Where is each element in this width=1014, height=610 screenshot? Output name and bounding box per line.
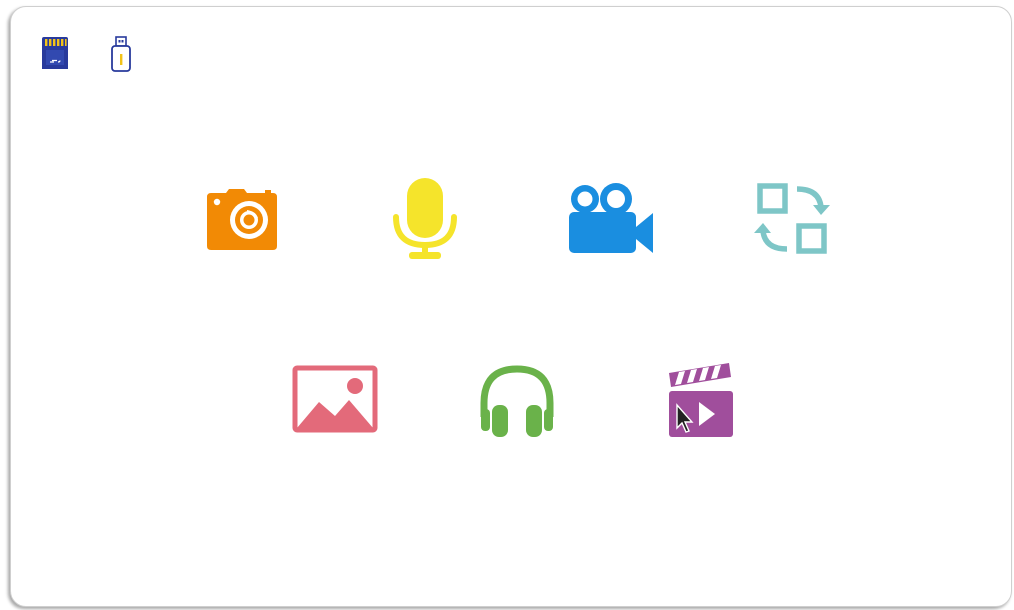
video-camera-app-icon[interactable] bbox=[561, 169, 657, 265]
convert-app-icon[interactable] bbox=[743, 169, 839, 265]
camera-app-icon[interactable] bbox=[195, 169, 291, 265]
media-launcher-panel bbox=[10, 6, 1012, 607]
usb-drive-icon[interactable] bbox=[109, 35, 133, 73]
headphones-app-icon[interactable] bbox=[469, 351, 565, 447]
movie-clapperboard-app-icon[interactable] bbox=[655, 351, 751, 447]
image-gallery-app-icon[interactable] bbox=[287, 351, 383, 447]
microphone-app-icon[interactable] bbox=[377, 169, 473, 265]
sd-card-icon[interactable] bbox=[40, 35, 70, 71]
